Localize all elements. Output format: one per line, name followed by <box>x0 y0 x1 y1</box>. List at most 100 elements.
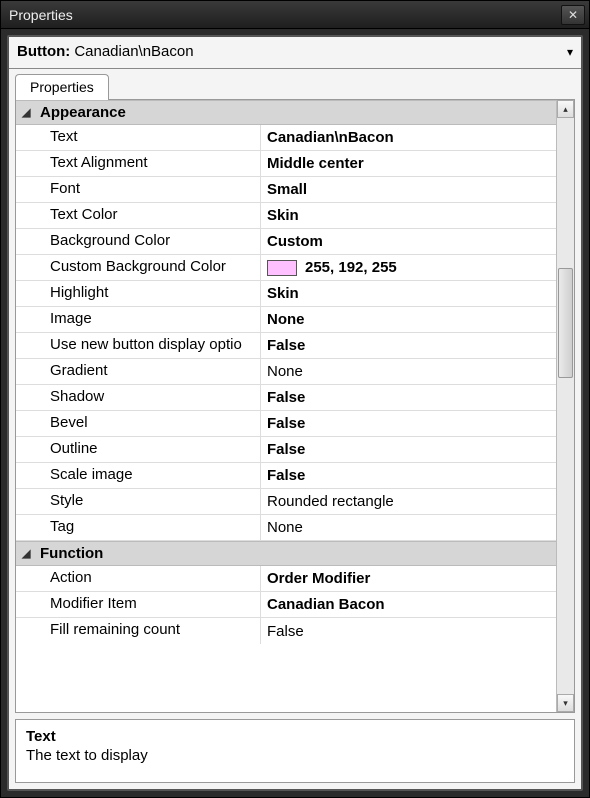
category-header[interactable]: ◢ Appearance <box>16 100 556 125</box>
collapse-icon[interactable]: ◢ <box>22 106 36 119</box>
property-name: Scale image <box>16 463 261 488</box>
property-name: Image <box>16 307 261 332</box>
close-icon: ✕ <box>568 8 578 22</box>
property-value-text: False <box>267 337 305 354</box>
property-name: Custom Background Color <box>16 255 261 280</box>
property-value-text: Skin <box>267 285 299 302</box>
property-row[interactable]: BevelFalse <box>16 411 556 437</box>
property-name: Style <box>16 489 261 514</box>
property-grid-container: ◢ Appearance TextCanadian\nBaconText Align… <box>15 99 575 713</box>
property-value[interactable]: None <box>261 307 556 332</box>
vertical-scrollbar[interactable]: ▴ ▾ <box>556 100 574 712</box>
property-row[interactable]: Gradient None <box>16 359 556 385</box>
property-name: Outline <box>16 437 261 462</box>
property-value[interactable]: None <box>261 515 556 540</box>
property-name: Highlight <box>16 281 261 306</box>
property-row[interactable]: Use new button display optio False <box>16 333 556 359</box>
property-value[interactable]: 255, 192, 255 <box>261 255 556 280</box>
property-name: Text Alignment <box>16 151 261 176</box>
property-name: Bevel <box>16 411 261 436</box>
property-name: Modifier Item <box>16 592 261 617</box>
property-value[interactable]: Small <box>261 177 556 202</box>
property-value[interactable]: False <box>261 437 556 462</box>
object-selector[interactable]: Button: Canadian\nBacon ▾ <box>9 37 581 69</box>
property-value-text: False <box>267 389 305 406</box>
property-row[interactable]: ActionOrder Modifier <box>16 566 556 592</box>
property-row[interactable]: Highlight Skin <box>16 281 556 307</box>
property-value[interactable]: Order Modifier <box>261 566 556 591</box>
property-row[interactable]: Fill remaining countFalse <box>16 618 556 644</box>
property-row[interactable]: Scale image False <box>16 463 556 489</box>
property-value-text: None <box>267 311 305 328</box>
titlebar: Properties ✕ <box>1 1 589 29</box>
property-row[interactable]: Outline False <box>16 437 556 463</box>
property-value[interactable]: Canadian Bacon <box>261 592 556 617</box>
property-value[interactable]: False <box>261 411 556 436</box>
property-value[interactable]: False <box>261 385 556 410</box>
panel-body: Button: Canadian\nBacon ▾ Properties ◢ Ap… <box>7 35 583 791</box>
property-value-text: Order Modifier <box>267 570 370 587</box>
help-title: Text <box>26 728 564 745</box>
property-row[interactable]: Text AlignmentMiddle center <box>16 151 556 177</box>
close-button[interactable]: ✕ <box>561 5 585 25</box>
property-row[interactable]: Shadow False <box>16 385 556 411</box>
collapse-icon[interactable]: ◢ <box>22 547 36 560</box>
scroll-thumb[interactable] <box>558 268 573 378</box>
property-value-text: Custom <box>267 233 323 250</box>
scroll-down-button[interactable]: ▾ <box>557 694 574 712</box>
property-row[interactable]: Background Color Custom <box>16 229 556 255</box>
property-name: Use new button display optio <box>16 333 261 358</box>
object-type-label: Button: <box>17 43 70 60</box>
property-value-text: Small <box>267 181 307 198</box>
help-panel: Text The text to display <box>15 719 575 783</box>
property-name: Background Color <box>16 229 261 254</box>
help-description: The text to display <box>26 747 564 764</box>
property-name: Text <box>16 125 261 150</box>
property-name: Shadow <box>16 385 261 410</box>
property-value[interactable]: False <box>261 463 556 488</box>
property-row[interactable]: Font Small <box>16 177 556 203</box>
property-row[interactable]: Modifier Item Canadian Bacon <box>16 592 556 618</box>
property-value-text: Canadian Bacon <box>267 596 385 613</box>
property-value-text: 255, 192, 255 <box>305 259 397 276</box>
property-row[interactable]: Tag None <box>16 515 556 541</box>
window-title: Properties <box>9 7 73 23</box>
property-name: Text Color <box>16 203 261 228</box>
color-swatch <box>267 260 297 276</box>
scroll-track[interactable] <box>557 118 574 694</box>
property-value[interactable]: False <box>261 333 556 358</box>
property-value[interactable]: Middle center <box>261 151 556 176</box>
property-value[interactable]: Skin <box>261 203 556 228</box>
property-grid: ◢ Appearance TextCanadian\nBaconText Align… <box>16 100 556 712</box>
dropdown-icon[interactable]: ▾ <box>567 45 573 59</box>
property-value[interactable]: False <box>261 618 556 644</box>
property-name: Gradient <box>16 359 261 384</box>
category-name: Function <box>40 545 103 562</box>
property-value-text: False <box>267 441 305 458</box>
property-row[interactable]: Image None <box>16 307 556 333</box>
property-value[interactable]: Custom <box>261 229 556 254</box>
property-row[interactable]: Custom Background Color 255, 192, 255 <box>16 255 556 281</box>
property-value-text: None <box>267 363 303 380</box>
property-row[interactable]: Text Color Skin <box>16 203 556 229</box>
property-name: Fill remaining count <box>16 618 261 644</box>
object-name: Canadian\nBacon <box>74 43 193 60</box>
property-value[interactable]: Rounded rectangle <box>261 489 556 514</box>
property-value-text: False <box>267 467 305 484</box>
scroll-up-button[interactable]: ▴ <box>557 100 574 118</box>
property-value-text: None <box>267 519 303 536</box>
category-header[interactable]: ◢ Function <box>16 541 556 566</box>
property-value[interactable]: Canadian\nBacon <box>261 125 556 150</box>
property-row[interactable]: Style Rounded rectangle <box>16 489 556 515</box>
property-name: Tag <box>16 515 261 540</box>
tab-strip: Properties <box>9 69 581 99</box>
property-row[interactable]: TextCanadian\nBacon <box>16 125 556 151</box>
property-value-text: Rounded rectangle <box>267 493 394 510</box>
property-value[interactable]: None <box>261 359 556 384</box>
category-name: Appearance <box>40 104 126 121</box>
property-value[interactable]: Skin <box>261 281 556 306</box>
tab-properties[interactable]: Properties <box>15 74 109 100</box>
property-value-text: Skin <box>267 207 299 224</box>
property-name: Font <box>16 177 261 202</box>
properties-window: Properties ✕ Button: Canadian\nBacon ▾ P… <box>0 0 590 798</box>
